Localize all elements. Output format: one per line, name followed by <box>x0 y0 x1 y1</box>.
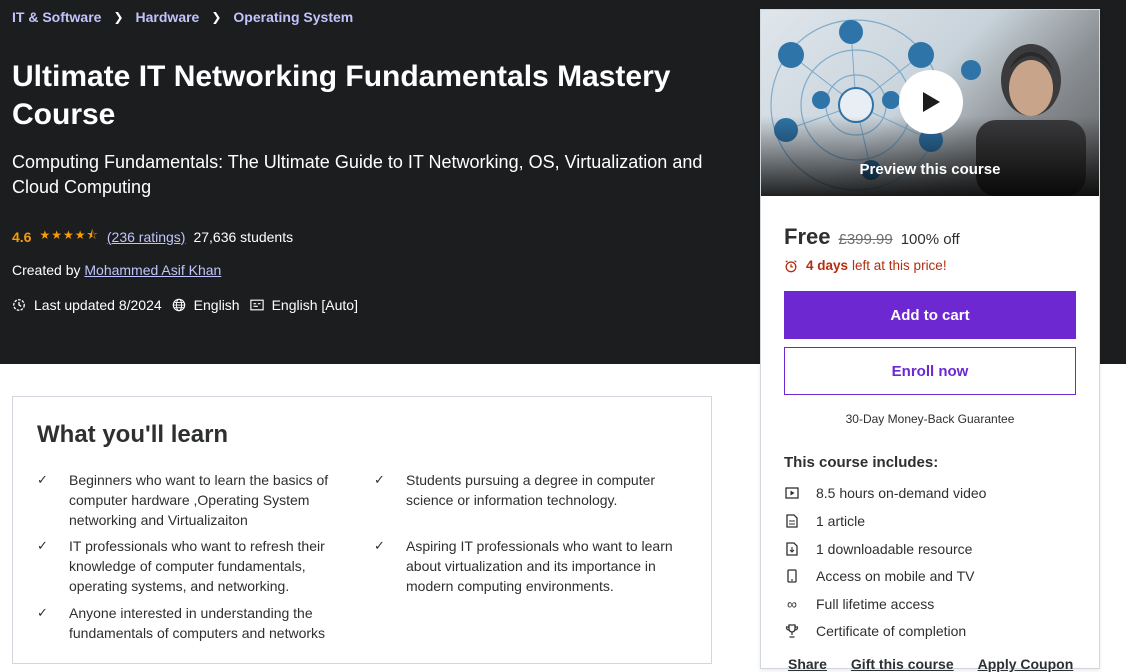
video-icon <box>784 487 800 499</box>
share-link[interactable]: Share <box>788 656 827 672</box>
what-youll-learn: What you'll learn ✓ Beginners who want t… <box>12 396 712 664</box>
includes-title: This course includes: <box>784 454 939 471</box>
include-text: 1 article <box>816 513 866 529</box>
urgency-text: left at this price! <box>852 258 947 273</box>
check-icon: ✓ <box>37 472 48 487</box>
include-item: 1 downloadable resource <box>784 541 972 557</box>
learn-item: ✓ Beginners who want to learn the basics… <box>37 470 357 530</box>
include-text: 8.5 hours on-demand video <box>816 485 987 501</box>
globe-icon <box>172 298 185 312</box>
last-updated-text: Last updated 8/2024 <box>34 297 162 313</box>
purchase-sidebar: Preview this course Free £399.99 100% of… <box>760 9 1100 672</box>
sidebar-footer-links: Share Gift this course Apply Coupon <box>788 656 1097 672</box>
breadcrumb-hardware[interactable]: Hardware <box>136 9 200 25</box>
check-icon: ✓ <box>374 538 385 553</box>
learn-item-text: Students pursuing a degree in computer s… <box>406 472 656 508</box>
check-icon: ✓ <box>37 605 48 620</box>
enroll-now-button[interactable]: Enroll now <box>784 347 1076 395</box>
check-icon: ✓ <box>37 538 48 553</box>
include-item: 1 article <box>784 513 865 529</box>
include-item: Certificate of completion <box>784 623 966 639</box>
chevron-right-icon: ❯ <box>211 10 222 24</box>
current-price: Free <box>784 224 831 249</box>
discount-percent: 100% off <box>900 231 960 248</box>
trophy-icon <box>784 624 800 638</box>
include-text: Access on mobile and TV <box>816 568 975 584</box>
include-item: Access on mobile and TV <box>784 568 975 584</box>
download-file-icon <box>784 542 800 556</box>
original-price: £399.99 <box>838 231 893 248</box>
course-meta: Last updated 8/2024 English English [Aut… <box>12 297 368 313</box>
chevron-right-icon: ❯ <box>113 10 124 24</box>
breadcrumb-operating-system[interactable]: Operating System <box>233 9 353 25</box>
learn-title: What you'll learn <box>37 421 229 448</box>
mobile-icon <box>784 569 800 583</box>
include-text: Full lifetime access <box>816 596 935 612</box>
breadcrumb: IT & Software ❯ Hardware ❯ Operating Sys… <box>12 9 353 25</box>
apply-coupon-link[interactable]: Apply Coupon <box>978 656 1074 672</box>
price-row: Free £399.99 100% off <box>784 224 960 250</box>
learn-item: ✓ IT professionals who want to refresh t… <box>37 536 357 596</box>
instructor-link[interactable]: Mohammed Asif Khan <box>84 262 221 278</box>
money-back-guarantee: 30-Day Money-Back Guarantee <box>845 412 1015 426</box>
star-rating-icon: ★★★★⯪ <box>39 228 99 242</box>
include-text: Certificate of completion <box>816 623 967 639</box>
update-icon <box>13 299 25 311</box>
alarm-clock-icon <box>785 259 797 272</box>
include-item: 8.5 hours on-demand video <box>784 485 986 501</box>
ratings-count-link[interactable]: (236 ratings) <box>107 229 186 245</box>
play-button[interactable] <box>899 70 963 134</box>
students-count: 27,636 students <box>193 228 294 245</box>
course-subtitle: Computing Fundamentals: The Ultimate Gui… <box>12 152 703 197</box>
urgency-days: 4 days <box>806 258 849 273</box>
price-urgency: 4 days left at this price! <box>784 258 947 273</box>
course-preview[interactable]: Preview this course <box>761 10 1099 196</box>
captions: English [Auto] <box>249 297 358 313</box>
learn-item-text: Anyone interested in understanding the f… <box>69 605 326 641</box>
breadcrumb-it-software[interactable]: IT & Software <box>12 9 101 25</box>
learn-item: ✓ Anyone interested in understanding the… <box>37 603 357 643</box>
created-by-label: Created by <box>12 262 81 278</box>
gift-course-link[interactable]: Gift this course <box>851 656 954 672</box>
check-icon: ✓ <box>374 472 385 487</box>
captions-text: English [Auto] <box>271 297 358 313</box>
include-text: 1 downloadable resource <box>816 541 973 557</box>
captions-icon <box>249 299 264 311</box>
rating-row: 4.6 ★★★★⯪ (236 ratings) 27,636 students <box>12 226 293 247</box>
learn-item-text: IT professionals who want to refresh the… <box>69 538 325 594</box>
infinity-icon: ∞ <box>787 596 797 612</box>
add-to-cart-button[interactable]: Add to cart <box>784 291 1076 339</box>
article-icon <box>784 514 800 528</box>
created-by: Created by Mohammed Asif Khan <box>12 262 221 278</box>
language: English <box>172 297 240 313</box>
language-text: English <box>193 297 240 313</box>
include-item: ∞ Full lifetime access <box>784 596 934 612</box>
learn-item: ✓ Students pursuing a degree in computer… <box>374 470 694 510</box>
learn-item-text: Aspiring IT professionals who want to le… <box>406 538 673 594</box>
rating-value: 4.6 <box>12 228 32 245</box>
learn-item-text: Beginners who want to learn the basics o… <box>69 472 329 528</box>
play-icon <box>923 92 940 112</box>
learn-item: ✓ Aspiring IT professionals who want to … <box>374 536 694 596</box>
last-updated: Last updated 8/2024 <box>12 297 162 313</box>
preview-label: Preview this course <box>859 161 1001 178</box>
course-title: Ultimate IT Networking Fundamentals Mast… <box>12 60 671 131</box>
